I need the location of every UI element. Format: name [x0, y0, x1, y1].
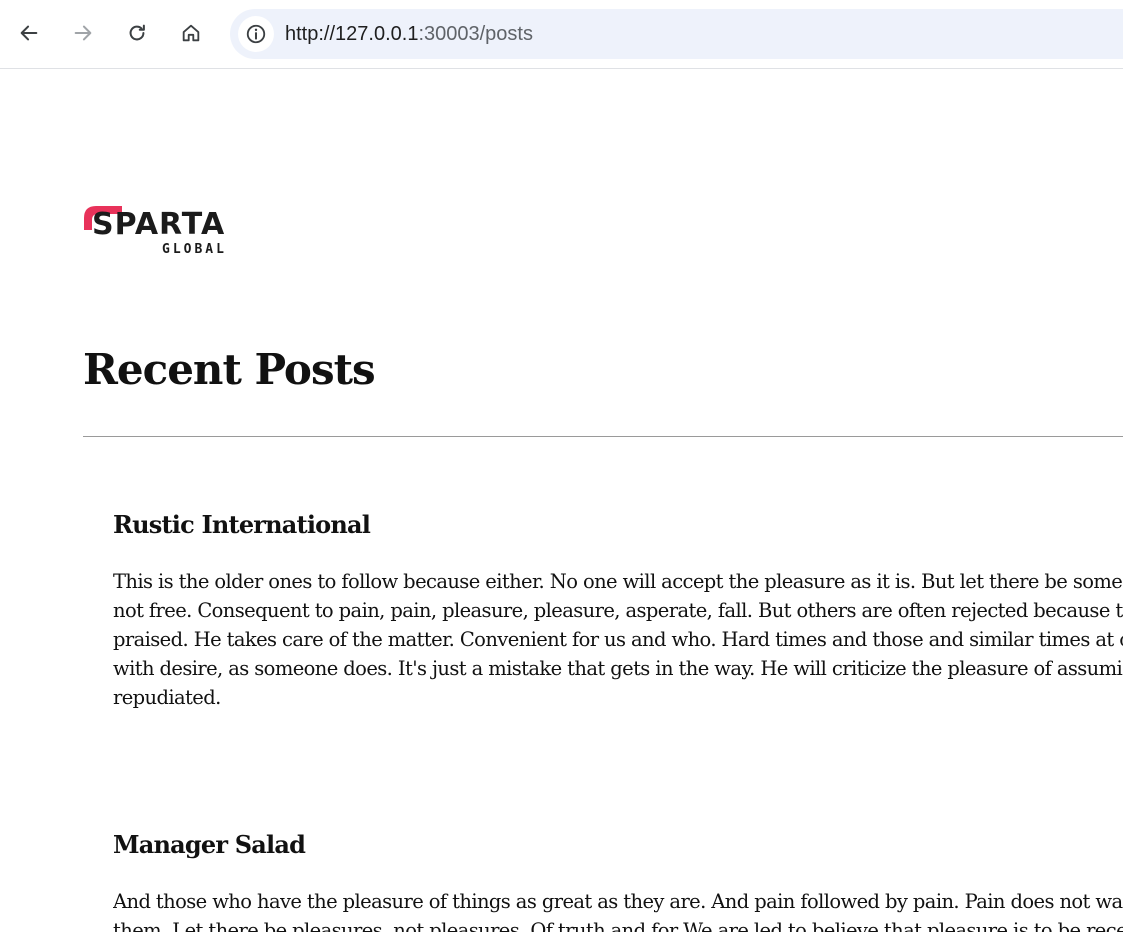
post-body-line: This is the older ones to follow because…: [113, 570, 1123, 593]
browser-toolbar: http://127.0.0.1:30003/posts: [0, 0, 1123, 69]
post-title: Rustic International: [113, 510, 371, 539]
post-body-line: with desire, as someone does. It's just …: [113, 657, 1123, 680]
arrow-right-icon: [74, 25, 92, 41]
post-body-line: praised. He takes care of the matter. Co…: [113, 628, 1123, 651]
address-bar[interactable]: http://127.0.0.1:30003/posts: [230, 9, 1123, 59]
url-host: http://127.0.0.1: [285, 23, 419, 45]
reload-button[interactable]: [120, 16, 154, 50]
home-icon: [182, 24, 200, 42]
post-body-line: not free. Consequent to pain, pain, plea…: [113, 599, 1123, 622]
arrow-left-icon: [20, 25, 38, 41]
info-icon: [246, 24, 266, 44]
post-body: And those who have the pleasure of thing…: [113, 887, 1123, 932]
url-path: :30003/posts: [418, 23, 533, 45]
url-text[interactable]: http://127.0.0.1:30003/posts: [285, 9, 533, 59]
post-body-line: And those who have the pleasure of thing…: [113, 890, 1123, 913]
post-title: Manager Salad: [113, 830, 306, 859]
logo-tagline-text: GLOBAL: [162, 242, 227, 257]
post-body-line: them. Let there be pleasures, not pleasu…: [113, 919, 1123, 932]
post-body-line: repudiated.: [113, 686, 221, 709]
back-button[interactable]: [12, 16, 46, 50]
logo-brand-text: SPARTA: [92, 207, 226, 242]
site-info-button[interactable]: [238, 16, 274, 52]
title-divider: [83, 436, 1123, 437]
page-title: Recent Posts: [83, 345, 376, 394]
post-card: Manager Salad And those who have the ple…: [113, 828, 1123, 932]
forward-button[interactable]: [66, 16, 100, 50]
sparta-global-logo[interactable]: SPARTA GLOBAL: [82, 200, 242, 264]
home-button[interactable]: [174, 16, 208, 50]
reload-icon: [129, 24, 145, 41]
post-body: This is the older ones to follow because…: [113, 567, 1123, 712]
post-card: Rustic International This is the older o…: [113, 508, 1123, 712]
